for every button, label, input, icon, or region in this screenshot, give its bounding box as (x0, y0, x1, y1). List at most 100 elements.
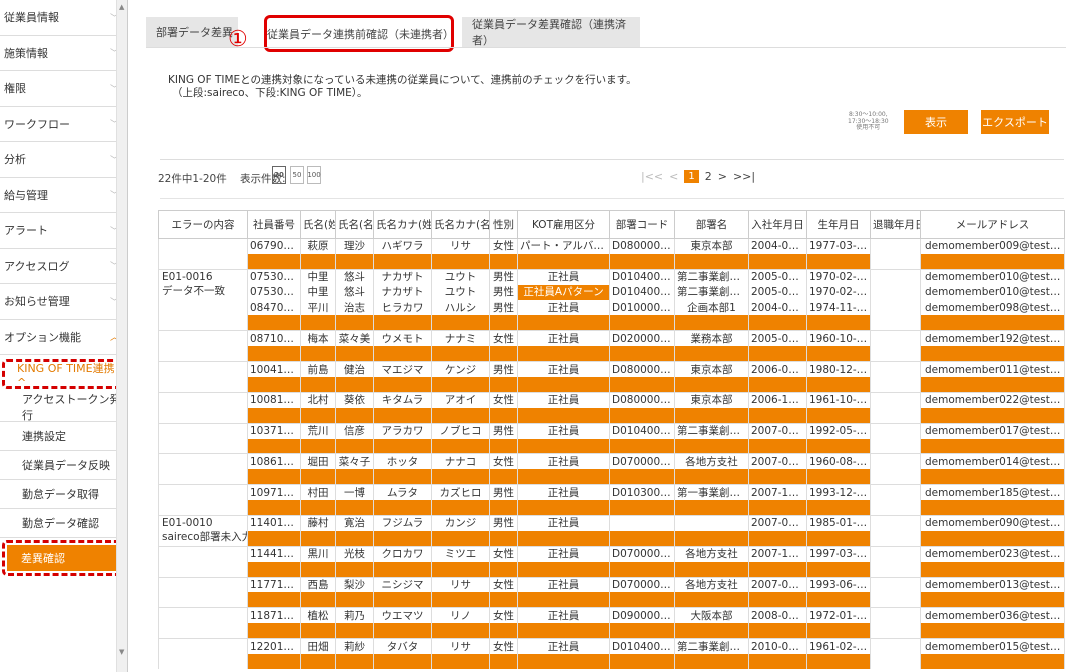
kot-cell (870, 253, 921, 270)
table-cell: ウエマツ (373, 607, 432, 624)
kot-cell (517, 315, 610, 331)
table-cell: ノブヒコ (431, 422, 490, 439)
table-cell: 萩原 (300, 237, 336, 254)
table-cell (870, 545, 921, 562)
table-cell: 2005-07-21 (748, 330, 807, 347)
sidebar-subitem-attendance-fetch[interactable]: 勤怠データ取得 (0, 480, 127, 509)
table-cell: D01040000 (609, 284, 675, 301)
kot-cell (674, 654, 749, 670)
kot-cell (373, 346, 432, 362)
pager-prev[interactable]: < (669, 170, 678, 183)
scroll-up-icon[interactable]: ▲ (119, 3, 124, 11)
sidebar-item-option-features[interactable]: オプション機能 ︿ (0, 320, 127, 355)
kot-cell (748, 623, 807, 639)
pager-next[interactable]: > (718, 170, 727, 183)
table-header-row: エラーの内容社員番号氏名(姓)氏名(名)氏名カナ(姓)氏名カナ(名)性別KOT雇… (158, 210, 1065, 239)
sidebar-subitem-employee-data-reflect[interactable]: 従業員データ反映 (0, 451, 127, 480)
table-cell: 前島 (300, 361, 336, 378)
sidebar-subitem-attendance-check[interactable]: 勤怠データ確認 (0, 509, 127, 538)
kot-cell (609, 438, 675, 454)
sidebar-item-measures-info[interactable]: 施策情報 ﹀ (0, 36, 127, 71)
table-cell: D08000000 (609, 237, 675, 254)
per-page-100[interactable]: 100 (307, 166, 321, 184)
kot-cell (517, 346, 610, 362)
table-cell: demomember014@testa… (920, 453, 1065, 470)
table-row: 08470847 平川 治志 ヒラカワ ハルシ 男性 正社員 D01000000 企画本部1 20… (159, 300, 1065, 316)
kot-cell (373, 253, 432, 270)
table-cell: 各地方支社 (674, 453, 749, 470)
pager-last[interactable]: >>| (733, 170, 755, 183)
table-cell: ナカザト (373, 284, 432, 301)
kot-cell (300, 469, 336, 485)
sidebar-item-analysis[interactable]: 分析 ﹀ (0, 142, 127, 178)
table-cell: 2005-02-01 (748, 284, 807, 301)
pager-page-2[interactable]: 2 (705, 170, 712, 183)
sidebar-subitem-link-settings[interactable]: 連携設定 (0, 422, 127, 451)
sidebar-scrollbar[interactable]: ▲ ▼ (116, 0, 127, 672)
sidebar-item-payroll[interactable]: 給与管理 ﹀ (0, 178, 127, 213)
kot-cell (517, 377, 610, 393)
kot-cell (674, 407, 749, 424)
kot-cell (748, 438, 807, 454)
kot-cell (609, 377, 675, 393)
per-page-50[interactable]: 50 (290, 166, 304, 184)
table-cell (870, 361, 921, 378)
table-cell: demomember009@testa… (920, 237, 1065, 254)
table-cell: リノ (431, 607, 490, 624)
kot-cell (431, 530, 490, 547)
table-cell: ヒラカワ (373, 300, 432, 316)
table-cell: D08000000 (609, 361, 675, 378)
pager-page-1[interactable]: 1 (684, 170, 699, 183)
sidebar-item-notice-management[interactable]: お知らせ管理 ﹀ (0, 284, 127, 320)
table-cell: 2007-03-19 (748, 576, 807, 593)
table-cell: 健治 (335, 361, 374, 378)
table-cell: 正社員 (517, 545, 610, 562)
table-cell: 1970-02-10 (806, 268, 871, 285)
table-cell: D09000000 (609, 607, 675, 624)
sidebar-item-workflow[interactable]: ワークフロー ﹀ (0, 107, 127, 142)
kot-cell (489, 315, 518, 331)
column-header: KOT雇用区分 (517, 210, 610, 239)
kot-cell (870, 561, 921, 578)
export-button[interactable]: エクスポート (981, 110, 1049, 134)
tab-department-diff[interactable]: 部署データ差異 (146, 17, 238, 47)
table-cell: 2004-04-19 (748, 300, 807, 316)
kot-cell (748, 592, 807, 608)
table-cell: 女性 (489, 607, 518, 624)
kot-cell (870, 377, 921, 393)
show-button[interactable]: 表示 (904, 110, 968, 134)
kot-cell (920, 592, 1065, 608)
sidebar-item-access-log[interactable]: アクセスログ ﹀ (0, 249, 127, 284)
kot-cell (920, 346, 1065, 362)
table-cell: 男性 (489, 300, 518, 316)
table-cell: demomember192@testa… (920, 330, 1065, 347)
result-count: 22件中1-20件 表示件数: (158, 173, 286, 185)
kot-cell (748, 315, 807, 331)
sidebar-item-label: 権限 (4, 82, 26, 96)
sidebar-item-permissions[interactable]: 権限 ﹀ (0, 71, 127, 107)
kot-cell (489, 654, 518, 670)
sidebar-subitem-diff-check[interactable]: 差異確認 (7, 545, 116, 571)
pager-first[interactable]: |<< (641, 170, 663, 183)
table-cell: demomember015@testa… (920, 638, 1065, 655)
per-page-20[interactable]: 20 (272, 166, 286, 184)
sidebar-subitem-access-token[interactable]: アクセストークン発行 (0, 393, 127, 422)
sidebar-item-king-of-time[interactable]: KING OF TIME連携 ^ (2, 359, 121, 389)
table-cell: 荒川 (300, 422, 336, 439)
table-cell: 悠斗 (335, 268, 374, 285)
table-cell: 2007-06-14 (748, 453, 807, 470)
table-cell: 女性 (489, 638, 518, 655)
scroll-down-icon[interactable]: ▼ (119, 648, 124, 656)
column-header: 社員番号 (247, 210, 301, 239)
tab-employee-diff-check[interactable]: 従業員データ差異確認（連携済者） (462, 17, 640, 47)
kot-cell (748, 407, 807, 424)
sidebar-item-alert[interactable]: アラート ﹀ (0, 213, 127, 249)
table-cell: キタムラ (373, 391, 432, 408)
sidebar-item-employee-info[interactable]: 従業員情報 ﹀ (0, 0, 127, 36)
table-cell: ウメモト (373, 330, 432, 347)
kot-cell (335, 592, 374, 608)
table-cell: 北村 (300, 391, 336, 408)
kot-cell (870, 500, 921, 516)
kot-cell (335, 654, 374, 670)
kot-cell (806, 500, 871, 516)
